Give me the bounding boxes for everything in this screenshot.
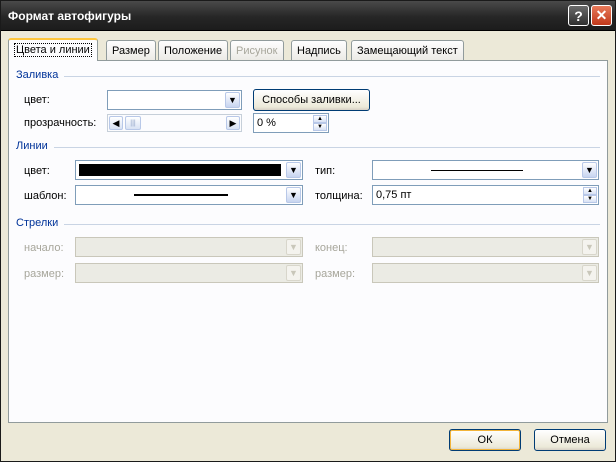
chevron-down-icon: ▼	[286, 239, 301, 255]
line-pattern-sample	[134, 194, 228, 196]
arrow-down-icon[interactable]: ▼	[313, 123, 327, 131]
arrow-up-icon[interactable]: ▲	[583, 187, 597, 195]
dialog-client: Цвета и линии Размер Положение Рисунок Н…	[4, 32, 612, 460]
arrows-divider	[64, 224, 600, 225]
tab-label: Размер	[112, 45, 150, 57]
tab-label: Замещающий текст	[357, 45, 458, 57]
line-weight-label: толщина:	[315, 190, 363, 202]
lines-section-title: Линии	[16, 140, 48, 152]
tab-label: Рисунок	[236, 45, 278, 57]
cancel-button[interactable]: Отмена	[534, 429, 606, 451]
transparency-slider-thumb[interactable]: |||	[125, 116, 141, 130]
help-button[interactable]: ?	[568, 5, 589, 26]
end-style-label: конец:	[315, 242, 348, 254]
line-pattern-label: шаблон:	[24, 190, 67, 202]
tab-panel-colors-and-lines: Заливка цвет: ▼ Способы заливки... прозр…	[8, 60, 608, 423]
begin-style-dropdown: ▼	[75, 237, 303, 257]
chevron-down-icon[interactable]: ▼	[225, 92, 240, 108]
line-type-sample	[431, 170, 523, 171]
end-size-label: размер:	[315, 268, 356, 280]
tab-size[interactable]: Размер	[106, 40, 156, 60]
chevron-down-icon: ▼	[582, 265, 597, 281]
help-icon: ?	[574, 7, 583, 24]
fill-effects-button[interactable]: Способы заливки...	[253, 89, 370, 111]
arrow-down-icon[interactable]: ▼	[583, 195, 597, 203]
ok-button[interactable]: ОК	[449, 429, 521, 451]
end-style-dropdown: ▼	[372, 237, 599, 257]
fill-color-dropdown[interactable]: ▼	[107, 90, 242, 110]
line-type-label: тип:	[315, 165, 336, 177]
end-size-dropdown: ▼	[372, 263, 599, 283]
close-icon: ✕	[595, 7, 608, 23]
line-weight-value[interactable]: 0,75 пт	[376, 189, 411, 201]
arrows-section-title: Стрелки	[16, 217, 59, 229]
transparency-spinner[interactable]: 0 % ▲ ▼	[253, 113, 329, 133]
format-autoshape-dialog: Формат автофигуры ? ✕ Цвета и линии Разм…	[0, 0, 616, 462]
begin-size-label: размер:	[24, 268, 65, 280]
lines-divider	[54, 147, 600, 148]
line-color-dropdown[interactable]: ▼	[75, 160, 303, 180]
tab-picture: Рисунок	[230, 40, 284, 60]
fill-color-label: цвет:	[24, 94, 50, 106]
line-pattern-dropdown[interactable]: ▼	[75, 185, 303, 205]
arrow-up-icon[interactable]: ▲	[313, 115, 327, 123]
begin-style-label: начало:	[24, 242, 64, 254]
fill-section-title: Заливка	[16, 69, 59, 81]
fill-effects-label: Способы заливки...	[262, 94, 361, 106]
chevron-down-icon: ▼	[582, 239, 597, 255]
ok-label: ОК	[477, 434, 493, 446]
tab-label: Положение	[164, 45, 223, 57]
title-bar[interactable]: Формат автофигуры ? ✕	[1, 1, 615, 31]
line-color-swatch	[79, 164, 281, 176]
chevron-down-icon[interactable]: ▼	[582, 162, 597, 178]
tab-label: Цвета и линии	[14, 43, 92, 57]
transparency-label: прозрачность:	[24, 117, 97, 129]
transparency-value[interactable]: 0 %	[257, 117, 276, 129]
chevron-down-icon[interactable]: ▼	[286, 187, 301, 203]
tab-alt-text[interactable]: Замещающий текст	[351, 40, 464, 60]
line-type-dropdown[interactable]: ▼	[372, 160, 599, 180]
chevron-down-icon: ▼	[286, 265, 301, 281]
tab-text-box[interactable]: Надпись	[291, 40, 347, 60]
tab-label: Надпись	[297, 45, 341, 57]
line-color-label: цвет:	[24, 165, 50, 177]
tab-colors-and-lines[interactable]: Цвета и линии	[8, 38, 98, 61]
chevron-down-icon[interactable]: ▼	[286, 162, 301, 178]
cancel-label: Отмена	[550, 434, 590, 446]
begin-size-dropdown: ▼	[75, 263, 303, 283]
arrow-right-icon[interactable]: ▶	[226, 116, 240, 130]
window-title: Формат автофигуры	[8, 9, 132, 23]
close-button[interactable]: ✕	[591, 5, 612, 26]
transparency-slider[interactable]: ◀ ||| ▶	[107, 114, 242, 132]
fill-divider	[64, 76, 600, 77]
tab-position[interactable]: Положение	[158, 40, 229, 60]
line-weight-spinner[interactable]: 0,75 пт ▲ ▼	[372, 185, 599, 205]
arrow-left-icon[interactable]: ◀	[109, 116, 123, 130]
